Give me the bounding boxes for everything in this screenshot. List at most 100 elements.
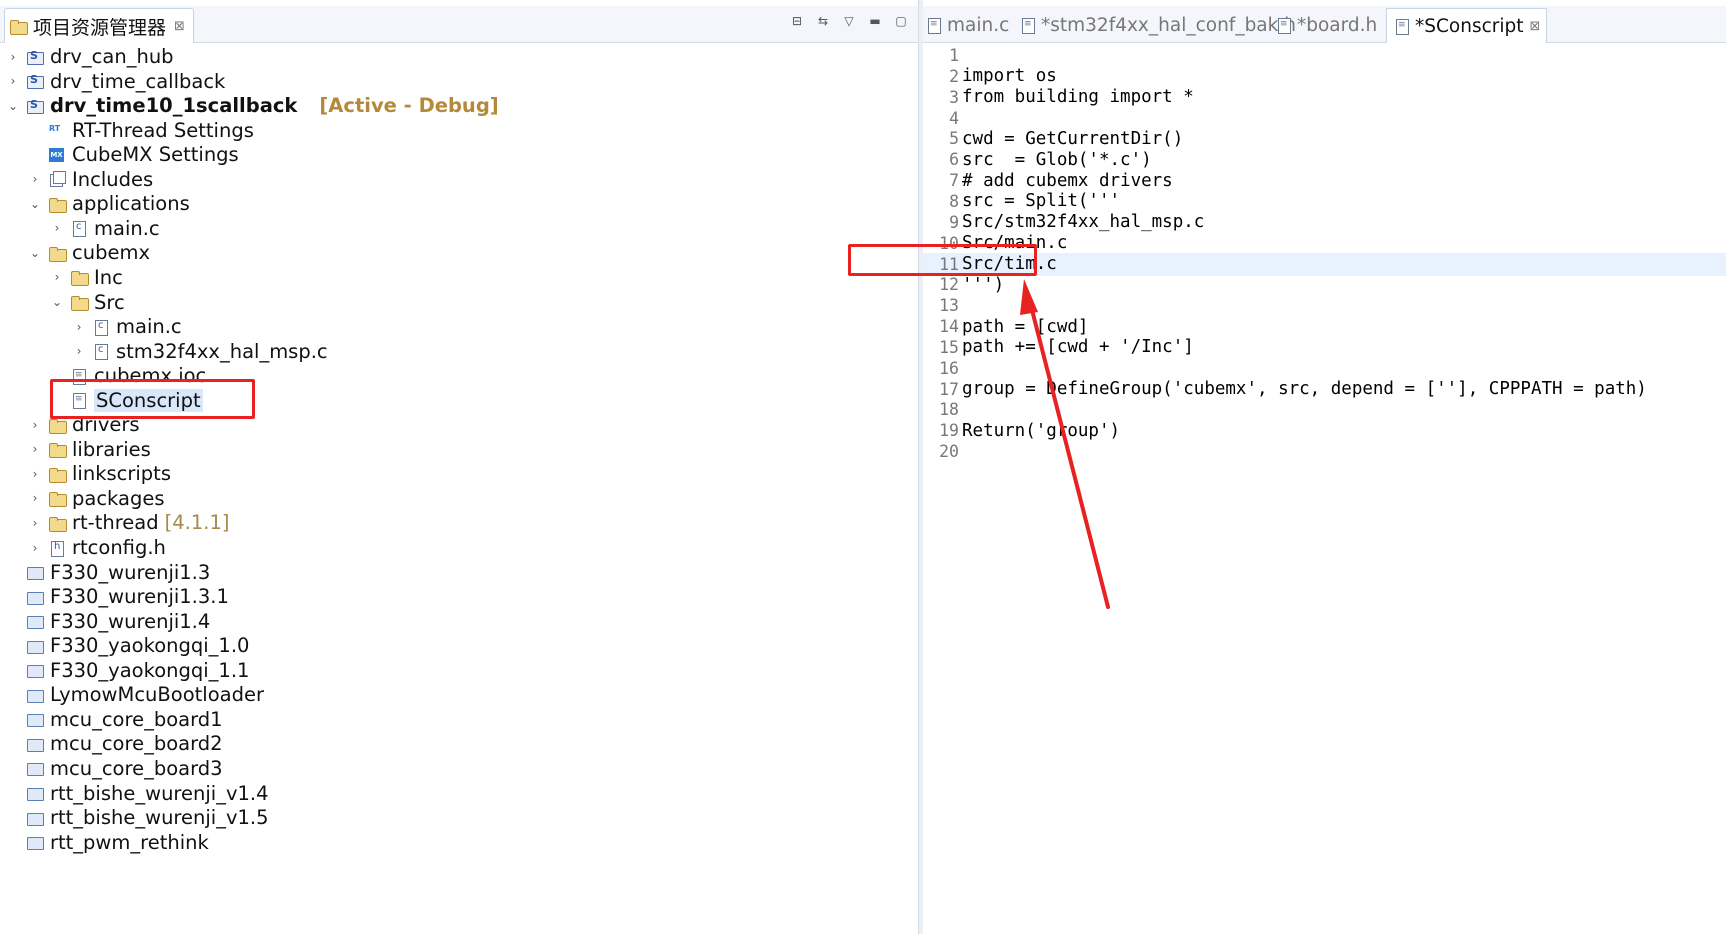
tree-item[interactable]: › libraries [28, 436, 151, 463]
chevron-right-icon[interactable]: › [72, 344, 86, 358]
tree-item[interactable]: › rtconfig.h [28, 534, 166, 561]
code-line[interactable]: 14 path = [cwd] [923, 315, 1726, 338]
tree-item[interactable]: rtt_pwm_rethink [6, 829, 209, 856]
minimize-icon[interactable]: ▬ [866, 12, 884, 30]
close-icon[interactable]: ⊠ [174, 19, 185, 34]
code-line[interactable]: 1 [923, 44, 1726, 67]
code-line[interactable]: 3 from building import * [923, 86, 1726, 109]
tree-item[interactable]: › Inc [50, 264, 123, 291]
tree-item[interactable]: › drv_can_hub [6, 43, 174, 70]
tree-item[interactable]: › rt-thread [4.1.1] [28, 509, 230, 536]
chevron-down-icon[interactable]: ⌄ [6, 99, 20, 113]
version-tag: [4.1.1] [164, 511, 230, 535]
file-icon [925, 17, 943, 34]
code-line[interactable]: 16 [923, 357, 1726, 380]
tree-item[interactable]: › main.c [50, 215, 160, 242]
explorer-tab[interactable]: 项目资源管理器 ⊠ [4, 8, 194, 43]
line-number: 15 [939, 337, 959, 357]
code-line[interactable]: 4 [923, 107, 1726, 130]
tree-item[interactable]: › drv_time_callback [6, 68, 226, 95]
chevron-right-icon[interactable]: › [28, 442, 42, 456]
tree-item[interactable]: › Includes [28, 166, 154, 193]
code-line[interactable]: 8 src = Split(''' [923, 190, 1726, 213]
code-area[interactable]: 1 2 import os 3 from building import * 4 5 cwd … [923, 44, 1726, 934]
tree-item-label: mcu_core_board3 [50, 756, 223, 780]
code-line[interactable]: 13 [923, 294, 1726, 317]
tree-item[interactable]: ⌄ cubemx [28, 239, 150, 266]
line-number: 8 [949, 191, 959, 211]
tree-item[interactable]: F330_wurenji1.3.1 [6, 583, 229, 610]
maximize-icon[interactable]: ▢ [892, 12, 910, 30]
line-number: 12 [939, 275, 959, 295]
tree-item[interactable]: ⌄ applications [28, 190, 190, 217]
code-line[interactable]: 6 src = Glob('*.c') [923, 148, 1726, 171]
code-line[interactable]: 15 path += [cwd + '/Inc'] [923, 336, 1726, 359]
line-number: 19 [939, 421, 959, 441]
tree-item[interactable]: ⌄ drv_time10_1scallback [Active - Debug] [6, 92, 499, 119]
chevron-down-icon[interactable]: ⌄ [50, 295, 64, 309]
chevron-down-icon[interactable]: ⌄ [28, 197, 42, 211]
tree-item[interactable]: F330_yaokongqi_1.0 [6, 632, 249, 659]
code-line[interactable]: 19 Return('group') [923, 419, 1726, 442]
tree-item-label: linkscripts [72, 462, 171, 486]
tree-item[interactable]: mcu_core_board2 [6, 730, 223, 757]
tree-item[interactable]: F330_wurenji1.3 [6, 559, 210, 586]
tree-item[interactable]: mcu_core_board3 [6, 755, 223, 782]
line-number: 16 [939, 358, 959, 378]
code-line[interactable]: 20 [923, 440, 1726, 463]
chevron-right-icon[interactable]: › [72, 320, 86, 334]
rt-thread-icon [48, 122, 66, 138]
chevron-down-icon[interactable]: ⌄ [28, 246, 42, 260]
chevron-right-icon[interactable]: › [50, 270, 64, 284]
chevron-right-icon[interactable]: › [6, 50, 20, 64]
tree-item[interactable]: LymowMcuBootloader [6, 681, 264, 708]
tree-item[interactable]: › main.c [72, 313, 182, 340]
tree-item[interactable]: ⌄ Src [50, 289, 125, 316]
tree-item[interactable]: CubeMX Settings [28, 141, 239, 168]
chevron-right-icon[interactable]: › [28, 418, 42, 432]
code-text: path = [cwd] [962, 316, 1089, 337]
editor-tab[interactable]: *board.h [1275, 10, 1377, 40]
code-text: ''') [962, 274, 1005, 295]
chevron-right-icon[interactable]: › [6, 74, 20, 88]
code-line[interactable]: 5 cwd = GetCurrentDir() [923, 127, 1726, 150]
chevron-right-icon[interactable]: › [28, 491, 42, 505]
editor-tab[interactable]: *stm32f4xx_hal_conf_bak.h [1019, 10, 1296, 40]
tree-item[interactable]: › packages [28, 485, 165, 512]
code-line[interactable]: 18 [923, 398, 1726, 421]
tree-item[interactable]: F330_wurenji1.4 [6, 608, 210, 635]
code-line[interactable]: 2 import os [923, 65, 1726, 88]
close-icon[interactable]: ⊠ [1530, 19, 1541, 34]
link-editor-icon[interactable]: ⇆ [814, 12, 832, 30]
tree-item[interactable]: rtt_bishe_wurenji_v1.5 [6, 804, 269, 831]
collapse-all-icon[interactable]: ⊟ [788, 12, 806, 30]
line-number: 17 [939, 379, 959, 399]
folder-icon [48, 245, 67, 262]
folder-icon [70, 269, 89, 287]
tree-item[interactable]: mcu_core_board1 [6, 706, 223, 733]
tree-item-label: drv_can_hub [50, 45, 174, 68]
chevron-right-icon[interactable]: › [28, 172, 42, 186]
tree-item-label: Includes [72, 167, 154, 191]
chevron-right-icon[interactable]: › [50, 221, 64, 235]
h-file-icon [48, 540, 66, 557]
editor-tab[interactable]: main.c [925, 10, 1009, 40]
tree-item-label: F330_yaokongqi_1.0 [50, 634, 250, 658]
chevron-right-icon[interactable]: › [28, 516, 42, 530]
code-line[interactable]: 9 Src/stm32f4xx_hal_msp.c [923, 211, 1726, 234]
editor-tab[interactable]: *SConscript ⊠ [1386, 8, 1548, 43]
tree-item[interactable]: RT-Thread Settings [28, 117, 254, 144]
tree-item-label: F330_wurenji1.3 [50, 560, 211, 584]
tree-item[interactable]: F330_yaokongqi_1.1 [6, 657, 249, 684]
chevron-right-icon[interactable]: › [28, 467, 42, 481]
tree-item[interactable]: › stm32f4xx_hal_msp.c [72, 338, 328, 365]
chevron-right-icon[interactable]: › [28, 541, 42, 555]
code-line[interactable]: 7 # add cubemx drivers [923, 169, 1726, 192]
tree-item[interactable]: rtt_bishe_wurenji_v1.4 [6, 780, 269, 807]
code-line[interactable]: 11 Src/tim.c [923, 252, 1726, 276]
tree-item[interactable]: › linkscripts [28, 460, 171, 487]
view-menu-icon[interactable]: ▽ [840, 12, 858, 30]
code-line[interactable]: 12 ''') [923, 273, 1726, 296]
code-line[interactable]: 17 group = DefineGroup('cubemx', src, dep… [923, 378, 1726, 401]
code-line[interactable]: 10 Src/main.c [923, 232, 1726, 255]
